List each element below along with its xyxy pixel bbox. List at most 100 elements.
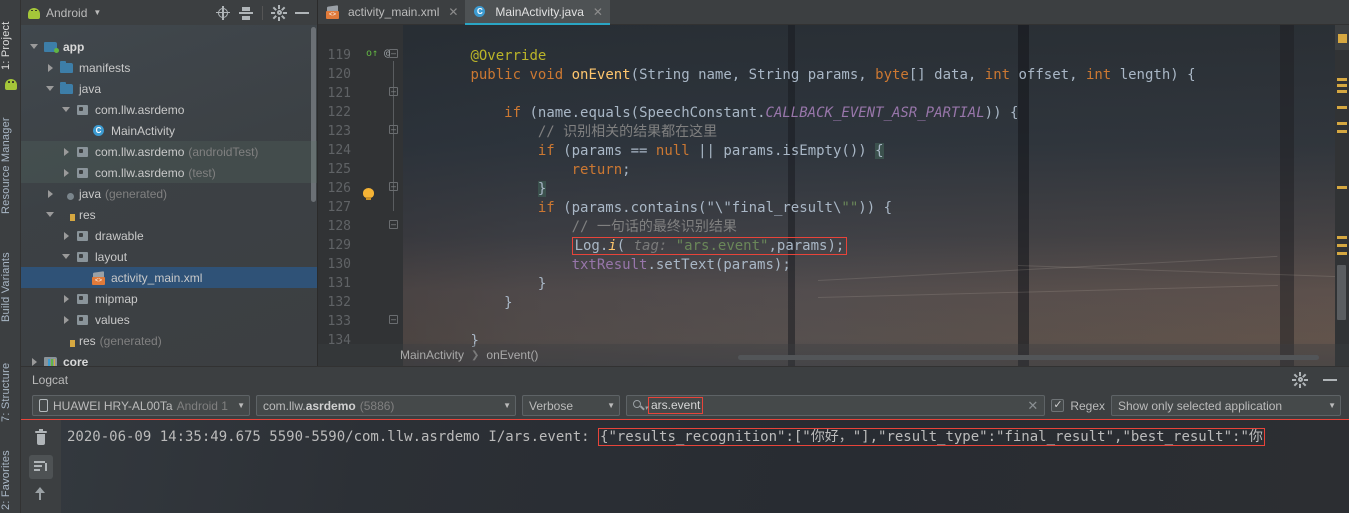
tree-item-label: com.llw.asrdemo <box>95 144 185 159</box>
code-line: public void onEvent(String name, String … <box>470 67 1196 83</box>
rail-tab-resource-manager[interactable]: Resource Manager <box>0 100 21 218</box>
logcat-minimize-icon[interactable] <box>1323 378 1337 381</box>
line-number: 129 <box>327 238 351 253</box>
line-number: 124 <box>327 143 351 158</box>
application-filter-selector[interactable]: Show only selected application ▼ <box>1111 395 1341 416</box>
tree-item-res[interactable]: res <box>21 204 317 225</box>
intention-bulb-icon[interactable] <box>362 188 375 201</box>
chevron-right-icon[interactable] <box>61 167 72 178</box>
chevron-right-icon[interactable] <box>61 146 72 157</box>
chevron-down-icon[interactable]: ▼ <box>229 401 245 410</box>
process-selector[interactable]: com.llw. asrdemo (5886) ▼ <box>256 395 516 416</box>
chevron-down-icon[interactable]: ▼ <box>495 401 511 410</box>
chevron-down-icon[interactable]: ▼ <box>93 8 101 17</box>
editor-tab-label: MainActivity.java <box>495 5 584 19</box>
device-name: HUAWEI HRY-AL00Ta <box>53 398 173 413</box>
tree-item-label: MainActivity <box>111 123 176 138</box>
minimize-icon[interactable] <box>295 11 309 14</box>
scroll-to-end-icon[interactable] <box>29 455 53 479</box>
chevron-right-icon[interactable] <box>61 230 72 241</box>
tree-item-mainactivity[interactable]: MainActivity <box>21 120 317 141</box>
core-icon <box>44 356 58 366</box>
tree-item-label: manifests <box>79 60 131 75</box>
tree-item-com-llw-asrdemo[interactable]: com.llw.asrdemo (test) <box>21 162 317 183</box>
log-level-selector[interactable]: Verbose ▼ <box>522 395 620 416</box>
res-generated-icon <box>60 335 75 347</box>
chevron-down-icon[interactable] <box>45 83 56 94</box>
project-tree[interactable]: app manifests java com.llw.asrdemo MainActiv… <box>21 25 317 366</box>
line-number: 125 <box>327 162 351 177</box>
chevron-right-icon[interactable] <box>29 356 40 366</box>
tree-item-com-llw-asrdemo[interactable]: com.llw.asrdemo <box>21 99 317 120</box>
chevron-right-icon[interactable] <box>61 314 72 325</box>
tree-item-label: com.llw.asrdemo <box>95 165 185 180</box>
settings-icon[interactable] <box>271 4 287 21</box>
tree-item-drawable[interactable]: drawable <box>21 225 317 246</box>
line-number: 120 <box>327 67 351 82</box>
tree-item-core[interactable]: core <box>21 351 317 366</box>
tree-item-qualifier: (generated) <box>105 186 168 201</box>
tree-item-com-llw-asrdemo[interactable]: com.llw.asrdemo (androidTest) <box>21 141 317 162</box>
breadcrumb-method[interactable]: onEvent() <box>486 348 538 362</box>
rail-tab-favorites[interactable]: 2: Favorites <box>0 434 21 513</box>
tree-item-mipmap[interactable]: mipmap <box>21 288 317 309</box>
rail-tab-build-variants[interactable]: Build Variants <box>0 226 21 326</box>
tree-item-java[interactable]: java <box>21 78 317 99</box>
logcat-toolbar: HUAWEI HRY-AL00Ta Android 1 ▼ com.llw. as… <box>21 392 1349 419</box>
line-number: 128 <box>327 219 351 234</box>
tree-item-activity-main-xml[interactable]: activity_main.xml <box>21 267 317 288</box>
chevron-right-icon[interactable] <box>45 62 56 73</box>
code-line: // 一句话的最终识别结果 <box>403 219 737 235</box>
line-number: 130 <box>327 257 351 272</box>
locate-icon[interactable] <box>216 5 230 20</box>
chevron-right-icon[interactable] <box>45 188 56 199</box>
editor-tab-mainactivity-java[interactable]: MainActivity.java ✕ <box>465 0 610 25</box>
android-icon <box>4 78 18 90</box>
regex-checkbox[interactable]: Regex <box>1051 398 1105 413</box>
chevron-down-icon[interactable]: ▼ <box>1320 401 1336 410</box>
breadcrumb-class[interactable]: MainActivity <box>400 348 464 362</box>
collapse-all-icon[interactable] <box>239 6 253 20</box>
close-icon[interactable]: ✕ <box>448 5 458 19</box>
error-stripe[interactable] <box>1335 50 1349 366</box>
code-editor[interactable]: – – – – – – o↑ @ 119 120 121 122 123 124 125 12… <box>318 25 1349 366</box>
chevron-down-icon[interactable] <box>45 209 56 220</box>
tree-item-res[interactable]: res (generated) <box>21 330 317 351</box>
editor-tab-activity-main-xml[interactable]: activity_main.xml ✕ <box>318 0 465 24</box>
device-selector[interactable]: HUAWEI HRY-AL00Ta Android 1 ▼ <box>32 395 250 416</box>
logcat-search-input[interactable]: ars.event <box>648 397 704 414</box>
chevron-down-icon[interactable] <box>61 104 72 115</box>
clear-logcat-icon[interactable] <box>29 427 53 451</box>
tree-item-app[interactable]: app <box>21 36 317 57</box>
chevron-down-icon[interactable] <box>29 41 40 52</box>
editor-gutter[interactable]: – – – – – – o↑ @ 119 120 121 122 123 124 125 12… <box>318 25 403 366</box>
toolbar-divider <box>262 5 263 20</box>
rail-tab-structure[interactable]: 7: Structure <box>0 334 21 426</box>
logcat-search-box[interactable]: ▾ ars.event ✕ <box>626 395 1046 416</box>
tree-item-layout[interactable]: layout <box>21 246 317 267</box>
code-line: txtResult.setText(params); <box>571 257 791 273</box>
project-view-selector-label[interactable]: Android <box>46 6 87 20</box>
log-entry: 2020-06-09 14:35:49.675 5590-5590/com.ll… <box>67 426 1265 446</box>
module-green-icon <box>44 41 59 53</box>
chevron-down-icon[interactable]: ▼ <box>599 401 615 410</box>
tree-item-java[interactable]: java (generated) <box>21 183 317 204</box>
up-arrow-icon[interactable] <box>29 483 53 507</box>
tree-item-label: java <box>79 186 102 201</box>
package-icon <box>76 146 90 158</box>
code-line: if (name.equals(SpeechConstant.CALLBACK_… <box>504 105 1019 121</box>
chevron-right-icon[interactable] <box>61 293 72 304</box>
tree-item-values[interactable]: values <box>21 309 317 330</box>
rail-tab-project[interactable]: 1: Project <box>0 2 21 74</box>
clear-search-icon[interactable]: ✕ <box>1027 398 1038 414</box>
chevron-down-icon[interactable] <box>61 251 72 262</box>
regex-checkbox-box[interactable] <box>1051 398 1065 412</box>
logcat-output[interactable]: 2020-06-09 14:35:49.675 5590-5590/com.ll… <box>61 420 1349 513</box>
tree-item-label: values <box>95 312 130 327</box>
logcat-settings-icon[interactable] <box>1292 371 1308 388</box>
close-icon[interactable]: ✕ <box>593 5 603 19</box>
tree-item-label: res <box>79 333 96 348</box>
breadcrumb[interactable]: MainActivity ❯ onEvent() <box>318 344 1349 366</box>
tree-item-manifests[interactable]: manifests <box>21 57 317 78</box>
